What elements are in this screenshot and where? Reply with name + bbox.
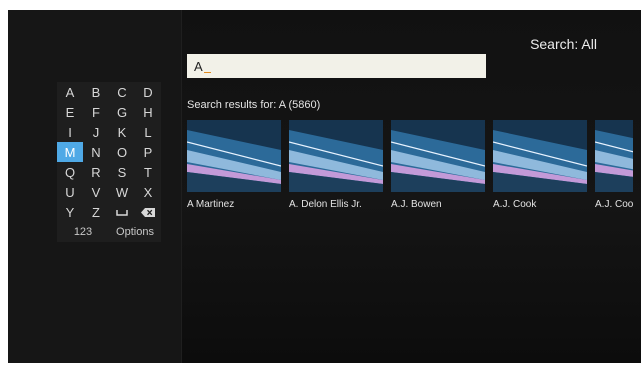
key-o[interactable]: O — [109, 142, 135, 162]
key-g[interactable]: G — [109, 102, 135, 122]
placeholder-thumbnail — [391, 120, 485, 192]
key-m-selected[interactable]: M — [57, 142, 83, 162]
key-l[interactable]: L — [135, 122, 161, 142]
key-i[interactable]: I — [57, 122, 83, 142]
key-a[interactable]: A — [57, 82, 83, 102]
result-name: A.J. Coo — [595, 199, 633, 210]
panel-divider — [181, 10, 182, 363]
key-n[interactable]: N — [83, 142, 109, 162]
key-w[interactable]: W — [109, 182, 135, 202]
key-b[interactable]: B — [83, 82, 109, 102]
space-icon — [116, 209, 128, 216]
result-name: A.J. Bowen — [391, 199, 442, 210]
placeholder-thumbnail — [595, 120, 633, 192]
search-query-text: A — [194, 58, 203, 74]
result-tile[interactable]: A.J. Bowen — [391, 120, 485, 210]
result-name: A Martinez — [187, 199, 235, 210]
backspace-icon — [141, 207, 155, 217]
key-d[interactable]: D — [135, 82, 161, 102]
search-input[interactable]: A — [187, 54, 486, 78]
key-e[interactable]: E — [57, 102, 83, 122]
result-tile[interactable]: A.J. Cook — [493, 120, 587, 210]
placeholder-thumbnail — [187, 120, 281, 192]
placeholder-thumbnail — [493, 120, 587, 192]
keyboard-panel: A B C D E F G H I J K L M N O P Q R S T … — [8, 10, 181, 363]
key-c[interactable]: C — [109, 82, 135, 102]
keyboard-row: Q R S T — [57, 162, 161, 182]
keyboard-row: E F G H — [57, 102, 161, 122]
backspace-key[interactable] — [135, 202, 161, 222]
key-r[interactable]: R — [83, 162, 109, 182]
results-title: Search results for: A (5860) — [187, 99, 321, 111]
key-j[interactable]: J — [83, 122, 109, 142]
keyboard-row: 123 Options — [57, 222, 161, 242]
key-f[interactable]: F — [83, 102, 109, 122]
options-key[interactable]: Options — [109, 222, 161, 242]
key-q[interactable]: Q — [57, 162, 83, 182]
key-p[interactable]: P — [135, 142, 161, 162]
result-name: A. Delon Ellis Jr. — [289, 199, 362, 210]
key-u[interactable]: U — [57, 182, 83, 202]
placeholder-thumbnail — [289, 120, 383, 192]
text-cursor — [203, 72, 211, 73]
key-z[interactable]: Z — [83, 202, 109, 222]
keyboard-row: Y Z — [57, 202, 161, 222]
keyboard-row: A B C D — [57, 82, 161, 102]
key-x[interactable]: X — [135, 182, 161, 202]
key-t[interactable]: T — [135, 162, 161, 182]
key-v[interactable]: V — [83, 182, 109, 202]
result-name: A.J. Cook — [493, 199, 537, 210]
keyboard-row: M N O P — [57, 142, 161, 162]
key-k[interactable]: K — [109, 122, 135, 142]
result-tile[interactable]: A.J. Coo — [595, 120, 633, 210]
result-tile[interactable]: A Martinez — [187, 120, 281, 210]
numbers-key[interactable]: 123 — [57, 222, 109, 242]
key-h[interactable]: H — [135, 102, 161, 122]
result-tile[interactable]: A. Delon Ellis Jr. — [289, 120, 383, 210]
search-scope-label: Search: All — [530, 36, 597, 52]
keyboard-row: U V W X — [57, 182, 161, 202]
keyboard-row: I J K L — [57, 122, 161, 142]
space-key[interactable] — [109, 202, 135, 222]
results-row: A Martinez A. Delon Ellis Jr. A.J. Bowen — [187, 120, 633, 220]
key-y[interactable]: Y — [57, 202, 83, 222]
key-s[interactable]: S — [109, 162, 135, 182]
on-screen-keyboard: A B C D E F G H I J K L M N O P Q R S T … — [57, 82, 161, 242]
